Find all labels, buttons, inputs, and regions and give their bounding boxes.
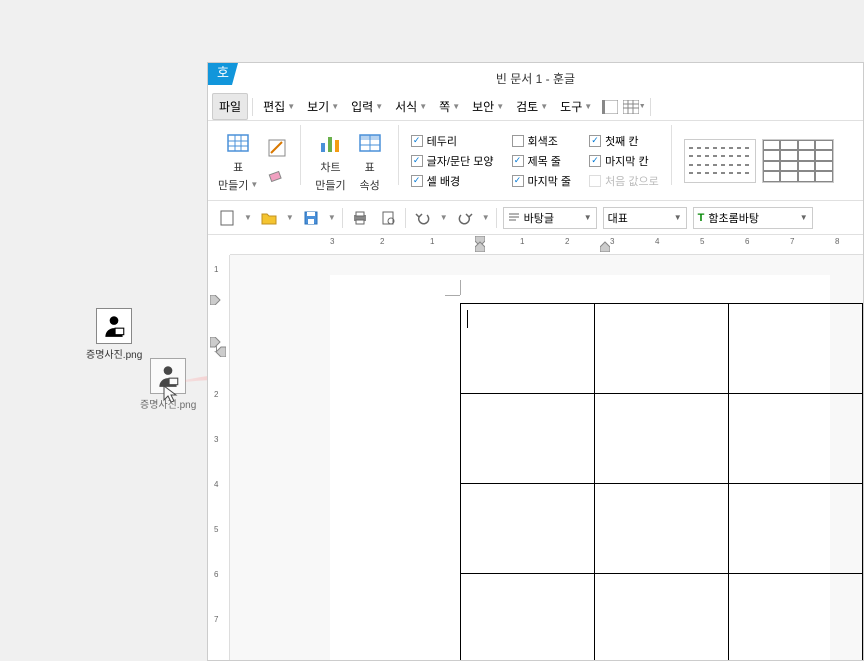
chevron-down-icon: ▼ bbox=[331, 102, 339, 111]
text-cursor bbox=[467, 310, 468, 328]
checkbox-default[interactable]: 처음 값으로 bbox=[589, 173, 659, 189]
checkbox-border[interactable]: 테두리 bbox=[411, 133, 494, 149]
desktop-file-label: 증명사진.png bbox=[86, 346, 142, 361]
font-icon: T bbox=[698, 212, 705, 224]
photo-thumbnail-icon bbox=[96, 308, 132, 344]
ribbon-toolbar: 표 만들기▼ 차트 만들기 표 속성 테두리 bbox=[208, 121, 863, 201]
representation-combo[interactable]: 대표▼ bbox=[603, 207, 687, 229]
open-button[interactable] bbox=[258, 207, 280, 229]
menu-bar: 파일 편집▼ 보기▼ 입력▼ 서식▼ 쪽▼ 보안▼ 검토▼ 도구▼ ▼ bbox=[208, 93, 863, 121]
paragraph-style-combo[interactable]: 바탕글▼ bbox=[503, 207, 597, 229]
table-row bbox=[461, 304, 863, 394]
menu-format[interactable]: 서식▼ bbox=[389, 94, 433, 119]
table-icon bbox=[224, 129, 252, 157]
checkbox-gray[interactable]: 회색조 bbox=[512, 133, 572, 149]
create-chart-button[interactable]: 차트 만들기 bbox=[313, 127, 347, 195]
ribbon-view-btn-2[interactable]: ▼ bbox=[622, 96, 646, 118]
table-row bbox=[461, 574, 863, 661]
hangul-app-window: 호 빈 문서 1 - 훈글 파일 편집▼ 보기▼ 입력▼ 서식▼ 쪽▼ 보안▼ … bbox=[207, 62, 864, 661]
page-viewport[interactable] bbox=[230, 255, 863, 660]
table-style-grid[interactable] bbox=[762, 139, 834, 183]
chevron-down-icon: ▼ bbox=[419, 102, 427, 111]
table-properties-button[interactable]: 표 속성 bbox=[354, 127, 386, 195]
print-button[interactable] bbox=[349, 207, 371, 229]
table-cell[interactable] bbox=[595, 484, 729, 574]
desktop-file-drag-ghost: 증명사진.png bbox=[140, 358, 196, 411]
table-cell[interactable] bbox=[729, 574, 863, 661]
chevron-down-icon[interactable]: ▼ bbox=[482, 213, 490, 222]
menu-tools[interactable]: 도구▼ bbox=[554, 94, 598, 119]
chevron-down-icon: ▼ bbox=[375, 102, 383, 111]
chevron-down-icon: ▼ bbox=[674, 213, 682, 222]
table-row bbox=[461, 484, 863, 574]
chevron-down-icon: ▼ bbox=[250, 180, 258, 189]
chevron-down-icon: ▼ bbox=[800, 213, 808, 222]
v-indent-marker[interactable] bbox=[210, 295, 226, 305]
menu-edit[interactable]: 편집▼ bbox=[257, 94, 301, 119]
checkbox-cell-bg[interactable]: 셀 배경 bbox=[411, 173, 494, 189]
table-cell[interactable] bbox=[729, 304, 863, 394]
menu-input[interactable]: 입력▼ bbox=[345, 94, 389, 119]
table-cell[interactable] bbox=[729, 394, 863, 484]
v-indent-marker-2[interactable] bbox=[210, 337, 226, 357]
table-cell[interactable] bbox=[461, 574, 595, 661]
checkbox-last-col[interactable]: 마지막 칸 bbox=[589, 153, 659, 169]
table-style-dashed[interactable] bbox=[684, 139, 756, 183]
chevron-down-icon: ▼ bbox=[452, 102, 460, 111]
create-table-button[interactable]: 표 만들기▼ bbox=[216, 127, 260, 195]
font-family-combo[interactable]: T 함초롬바탕▼ bbox=[693, 207, 813, 229]
chevron-down-icon: ▼ bbox=[496, 102, 504, 111]
checkbox-title-row[interactable]: 제목 줄 bbox=[512, 153, 572, 169]
horizontal-ruler[interactable]: 3 2 1 1 2 3 4 5 6 7 8 bbox=[230, 235, 863, 255]
chevron-down-icon[interactable]: ▼ bbox=[286, 213, 294, 222]
vertical-ruler[interactable]: 1 1 2 3 4 5 6 7 bbox=[208, 255, 230, 660]
menu-security[interactable]: 보안▼ bbox=[466, 94, 510, 119]
chevron-down-icon: ▼ bbox=[584, 102, 592, 111]
desktop-file-original[interactable]: 증명사진.png bbox=[86, 308, 142, 361]
document-table[interactable] bbox=[460, 303, 863, 660]
quick-access-bar: ▼ ▼ ▼ ▼ ▼ 바탕글▼ 대표▼ T 함초롬바탕▼ bbox=[208, 201, 863, 235]
chart-icon bbox=[316, 129, 344, 157]
table-cell[interactable] bbox=[729, 484, 863, 574]
table-cell[interactable] bbox=[595, 304, 729, 394]
table-row bbox=[461, 394, 863, 484]
table-cell[interactable] bbox=[595, 394, 729, 484]
indent-marker-right[interactable] bbox=[600, 236, 610, 252]
menu-file[interactable]: 파일 bbox=[212, 93, 248, 120]
chevron-down-icon[interactable]: ▼ bbox=[244, 213, 252, 222]
menu-page[interactable]: 쪽▼ bbox=[433, 94, 466, 119]
save-button[interactable] bbox=[300, 207, 322, 229]
print-preview-button[interactable] bbox=[377, 207, 399, 229]
checkbox-char-para[interactable]: 글자/문단 모양 bbox=[411, 153, 494, 169]
chevron-down-icon: ▼ bbox=[584, 213, 592, 222]
table-style-mini-button[interactable] bbox=[266, 137, 288, 159]
table-cell[interactable] bbox=[461, 484, 595, 574]
menu-review[interactable]: 검토▼ bbox=[510, 94, 554, 119]
table-cell[interactable] bbox=[595, 574, 729, 661]
table-eraser-mini-button[interactable] bbox=[266, 163, 288, 185]
table-cell[interactable] bbox=[461, 394, 595, 484]
ribbon-view-btn-1[interactable] bbox=[598, 96, 622, 118]
chevron-down-icon: ▼ bbox=[639, 103, 646, 110]
cursor-pointer-icon bbox=[162, 384, 182, 404]
chevron-down-icon: ▼ bbox=[540, 102, 548, 111]
title-bar: 호 빈 문서 1 - 훈글 bbox=[208, 63, 863, 93]
menu-view[interactable]: 보기▼ bbox=[301, 94, 345, 119]
checkbox-first-col[interactable]: 첫째 칸 bbox=[589, 133, 659, 149]
chevron-down-icon[interactable]: ▼ bbox=[328, 213, 336, 222]
window-title: 빈 문서 1 - 훈글 bbox=[208, 70, 863, 87]
indent-marker-left[interactable] bbox=[475, 236, 485, 252]
redo-button[interactable] bbox=[454, 207, 476, 229]
document-area: 1 1 2 3 4 5 6 7 bbox=[208, 255, 863, 660]
table-cell[interactable] bbox=[461, 304, 595, 394]
chevron-down-icon: ▼ bbox=[287, 102, 295, 111]
checkbox-last-row[interactable]: 마지막 줄 bbox=[512, 173, 572, 189]
chevron-down-icon[interactable]: ▼ bbox=[440, 213, 448, 222]
table-props-icon bbox=[356, 129, 384, 157]
undo-button[interactable] bbox=[412, 207, 434, 229]
paragraph-icon bbox=[508, 212, 520, 224]
new-document-button[interactable] bbox=[216, 207, 238, 229]
